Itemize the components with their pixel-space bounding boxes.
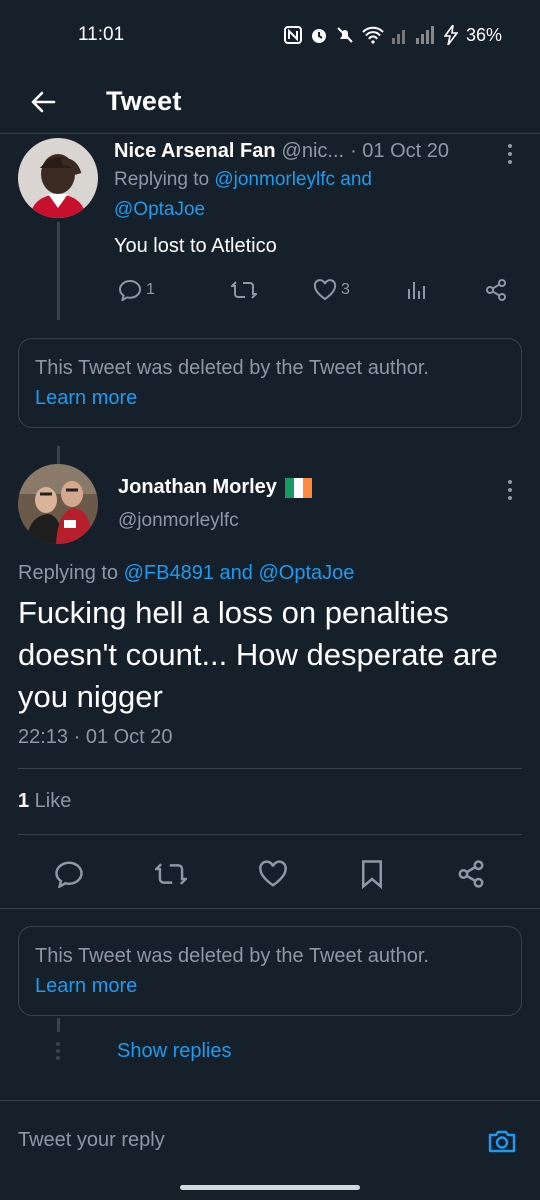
replying-to: Replying to @FB4891 and @OptaJoe (18, 562, 354, 585)
camera-button[interactable] (482, 1121, 522, 1161)
thread-line (57, 446, 60, 466)
battery-percent: 36% (465, 24, 502, 45)
mention-link[interactable]: @jonmorleylfc (214, 169, 335, 190)
share-icon (458, 860, 484, 888)
analytics-button[interactable] (406, 279, 428, 301)
alarm-icon (311, 29, 326, 43)
reply-input[interactable] (18, 1129, 482, 1152)
reply-count: 1 (146, 281, 155, 298)
retweet-button[interactable] (230, 279, 257, 301)
divider (18, 768, 522, 769)
thread-ellipsis-icon (56, 1042, 61, 1060)
author-name[interactable]: Nice Arsenal Fan (114, 140, 276, 163)
comment-icon (54, 861, 83, 888)
replying-prefix: Replying to (114, 169, 215, 190)
deleted-tweet-notice: This Tweet was deleted by the Tweet auth… (18, 926, 522, 1016)
ireland-flag-icon (284, 477, 312, 498)
author-handle[interactable]: @nic... (282, 140, 345, 163)
reply-button[interactable] (54, 860, 84, 888)
mute-icon (337, 27, 353, 43)
share-button[interactable] (456, 859, 486, 889)
retweet-button[interactable] (154, 860, 187, 888)
signal-icon (391, 26, 434, 44)
top-app-bar: Tweet (0, 70, 540, 134)
bookmark-icon (362, 860, 383, 889)
mention-link[interactable]: @OptaJoe (114, 199, 205, 220)
status-icons: 36% (283, 24, 502, 46)
avatar-image (18, 138, 98, 218)
more-options-button[interactable] (500, 478, 520, 502)
thread-line (57, 222, 60, 320)
mention-link[interactable]: @FB4891 (124, 562, 214, 584)
author-name[interactable]: Jonathan Morley (118, 476, 312, 499)
share-icon (486, 279, 506, 301)
tweet-date: · 01 Oct 20 (350, 140, 450, 162)
comment-icon (118, 279, 142, 301)
likes-count[interactable]: 1 Like (18, 790, 71, 813)
avatar[interactable] (18, 464, 98, 544)
tweet-text: You lost to Atletico (114, 235, 277, 257)
status-bar: 11:01 36% (0, 0, 540, 70)
mention-link[interactable]: @OptaJoe (258, 562, 354, 584)
thread-line (57, 1018, 60, 1032)
share-button[interactable] (484, 278, 508, 302)
wifi-icon (362, 26, 384, 44)
heart-icon (313, 279, 337, 301)
learn-more-link[interactable]: Learn more (35, 383, 505, 413)
camera-icon (488, 1130, 516, 1152)
replying-and: and (213, 562, 259, 584)
battery-charging-icon (443, 25, 458, 45)
like-count: 3 (341, 281, 350, 298)
bookmark-button[interactable] (359, 859, 385, 889)
retweet-icon (230, 281, 257, 299)
divider (0, 908, 540, 909)
like-button[interactable]: 3 (313, 279, 350, 301)
heart-icon (259, 860, 287, 887)
learn-more-link[interactable]: Learn more (35, 971, 505, 1001)
deleted-notice-text: This Tweet was deleted by the Tweet auth… (35, 357, 429, 379)
likes-label: Like (29, 790, 72, 812)
replying-prefix: Replying to (18, 562, 124, 584)
retweet-icon (154, 863, 187, 885)
back-button[interactable] (18, 77, 68, 127)
deleted-tweet-notice: This Tweet was deleted by the Tweet auth… (18, 338, 522, 428)
nfc-icon (283, 26, 302, 44)
deleted-notice-text: This Tweet was deleted by the Tweet auth… (35, 945, 429, 967)
arrow-left-icon (31, 91, 56, 112)
like-button[interactable] (258, 860, 288, 888)
author-handle[interactable]: @jonmorleylfc (118, 510, 239, 532)
divider (18, 834, 522, 835)
analytics-icon (407, 282, 425, 299)
author-name-text: Jonathan Morley (118, 476, 277, 498)
status-time: 11:01 (78, 24, 125, 45)
reply-button[interactable]: 1 (118, 279, 155, 301)
home-indicator[interactable] (180, 1185, 360, 1190)
likes-number: 1 (18, 790, 30, 812)
avatar[interactable] (18, 138, 98, 218)
more-options-button[interactable] (500, 142, 520, 166)
show-replies-link[interactable]: Show replies (117, 1040, 232, 1063)
avatar-image (18, 464, 98, 544)
main-tweet-actions (0, 846, 540, 902)
replying-and: and (335, 169, 372, 190)
reply-composer (0, 1100, 540, 1180)
tweet-actions: 1 3 (118, 278, 508, 302)
page-title: Tweet (106, 86, 182, 116)
parent-tweet[interactable]: Nice Arsenal Fan @nic... · 01 Oct 20 Rep… (0, 134, 540, 324)
parent-tweet-content: Nice Arsenal Fan @nic... · 01 Oct 20 Rep… (114, 140, 514, 258)
tweet-text: Fucking hell a loss on penalties doesn't… (18, 595, 498, 714)
replying-to: Replying to @jonmorleylfc and @OptaJoe (114, 165, 514, 225)
tweet-timestamp: 22:13 · 01 Oct 20 (18, 726, 173, 748)
